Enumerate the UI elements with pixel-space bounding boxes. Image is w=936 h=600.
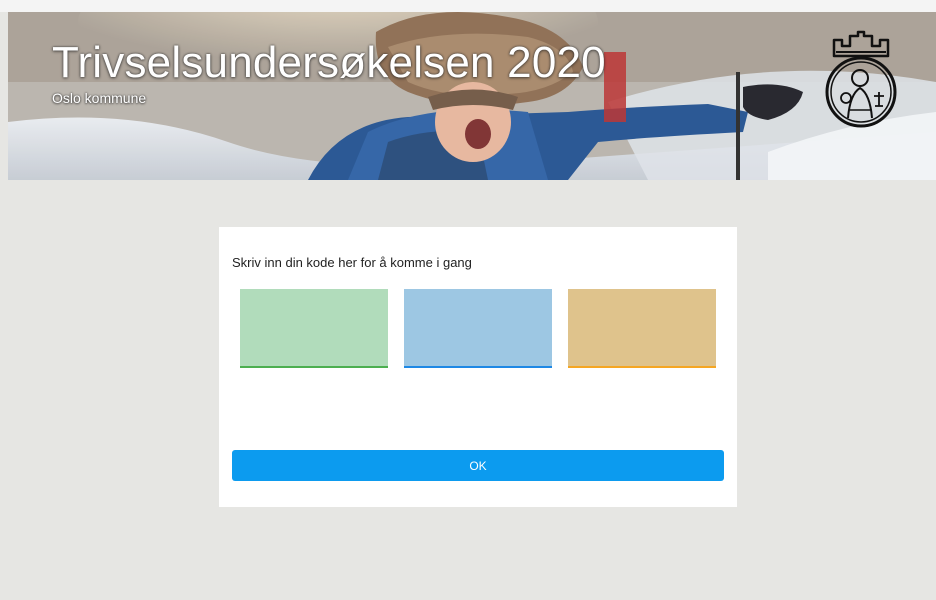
top-strip	[0, 0, 936, 12]
code-entry-card: Skriv inn din kode her for å komme i gan…	[219, 227, 737, 507]
code-field-2[interactable]	[404, 289, 552, 368]
ok-button[interactable]: OK	[232, 450, 724, 481]
organization-name: Oslo kommune	[52, 90, 147, 106]
code-field-3[interactable]	[568, 289, 716, 368]
header-banner: Trivselsundersøkelsen 2020 Oslo kommune	[8, 12, 936, 180]
code-prompt: Skriv inn din kode her for å komme i gan…	[232, 255, 472, 270]
page-title: Trivselsundersøkelsen 2020	[52, 38, 606, 87]
oslo-kommune-coat-of-arms-icon	[825, 30, 897, 128]
code-field-1[interactable]	[240, 289, 388, 368]
